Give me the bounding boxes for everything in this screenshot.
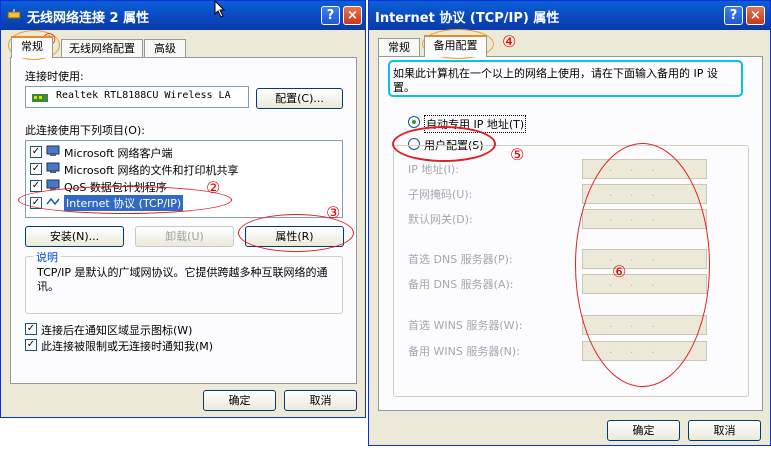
configure-button[interactable]: 配置(C)... — [256, 88, 343, 109]
tab-general-label: 常规 — [388, 41, 410, 54]
components-list[interactable]: ✓ Microsoft 网络客户端 ✓ Microsoft 网络的文件和打印机共… — [25, 140, 343, 218]
annotation-5: ⑤ — [510, 145, 525, 164]
annotation-6: ⑥ — [612, 262, 627, 281]
client-icon — [46, 145, 60, 156]
subnet-mask-label: 子网掩码(U): — [408, 188, 473, 201]
ip-address-input: ... — [582, 159, 707, 179]
right-close-button[interactable]: × — [746, 6, 765, 25]
item-label: Internet 协议 (TCP/IP) — [64, 195, 184, 211]
left-tab-panel: 连接时使用: Realtek RTL8188CU Wireless LA 配置(… — [10, 57, 357, 384]
annotation-4: ④ — [502, 32, 517, 51]
tab-wireless-config-label: 无线网络配置 — [69, 42, 135, 55]
left-window-title: 无线网络连接 2 属性 — [27, 11, 150, 26]
alternate-dns-input: ... — [582, 274, 707, 294]
qos-icon — [46, 179, 60, 190]
right-ok-button[interactable]: 确定 — [607, 420, 680, 441]
tab-alternate-config[interactable]: 备用配置 — [424, 35, 487, 57]
list-item[interactable]: ✓ Internet 协议 (TCP/IP) — [30, 195, 330, 211]
item-checkbox[interactable]: ✓ — [30, 197, 42, 209]
preferred-wins-label: 首选 WINS 服务器(W): — [408, 319, 523, 332]
auto-ip-label: 自动专用 IP 地址(T) — [424, 115, 527, 133]
info-text: 如果此计算机在一个以上的网络上使用，请在下面输入备用的 IP 设置。 — [393, 67, 718, 94]
protocol-icon — [46, 197, 60, 206]
item-label: QoS 数据包计划程序 — [64, 181, 167, 194]
left-close-button[interactable]: × — [343, 6, 362, 25]
notify-limited-label: 此连接被限制或无连接时通知我(M) — [41, 340, 214, 353]
description-text: TCP/IP 是默认的广域网协议。它提供跨越多种互联网络的通讯。 — [37, 266, 328, 293]
item-checkbox[interactable]: ✓ — [30, 180, 42, 192]
description-title: 说明 — [33, 249, 61, 265]
default-gateway-label: 默认网关(D): — [408, 213, 473, 226]
left-ok-button[interactable]: 确定 — [203, 390, 276, 411]
connect-using-label: 连接时使用: — [25, 70, 84, 83]
annotation-2: ② — [206, 178, 221, 197]
right-window-title: Internet 协议 (TCP/IP) 属性 — [375, 11, 560, 26]
subnet-mask-input: ... — [582, 184, 707, 204]
tab-wireless-config[interactable]: 无线网络配置 — [61, 39, 143, 58]
item-checkbox[interactable]: ✓ — [30, 163, 42, 175]
properties-button[interactable]: 属性(R) — [245, 226, 344, 247]
ip-address-label: IP 地址(I): — [408, 163, 459, 176]
tab-alternate-config-label: 备用配置 — [433, 39, 478, 52]
file-sharing-icon — [46, 162, 60, 173]
list-item[interactable]: ✓ Microsoft 网络客户端 — [30, 144, 330, 160]
left-cancel-button[interactable]: 取消 — [284, 390, 357, 411]
items-label: 此连接使用下列项目(O): — [25, 124, 145, 137]
preferred-dns-input: ... — [582, 249, 707, 269]
left-properties-window: 无线网络连接 2 属性 ? × 常规 无线网络配置 高级 连接时使用: Real… — [0, 0, 366, 418]
install-button[interactable]: 安装(N)... — [25, 226, 124, 247]
left-help-button[interactable]: ? — [321, 6, 340, 25]
alternate-wins-input: ... — [582, 341, 707, 361]
right-help-button[interactable]: ? — [724, 6, 743, 25]
tab-general[interactable]: 常规 — [378, 38, 420, 57]
tab-general[interactable]: 常规 — [11, 36, 53, 58]
right-properties-window: Internet 协议 (TCP/IP) 属性 ? × 常规 备用配置 如果此计… — [368, 0, 771, 446]
alternate-wins-label: 备用 WINS 服务器(N): — [408, 345, 520, 358]
adapter-box: Realtek RTL8188CU Wireless LA — [25, 86, 249, 108]
auto-ip-radio[interactable] — [408, 116, 420, 128]
default-gateway-input: ... — [582, 209, 707, 229]
preferred-wins-input: ... — [582, 315, 707, 335]
alternate-dns-label: 备用 DNS 服务器(A): — [408, 278, 514, 291]
right-titlebar[interactable]: Internet 协议 (TCP/IP) 属性 ? × — [369, 1, 770, 30]
item-checkbox[interactable]: ✓ — [30, 146, 42, 158]
notify-icon-checkbox[interactable]: ✓ — [25, 323, 37, 335]
notify-limited-checkbox[interactable]: ✓ — [25, 339, 37, 351]
left-titlebar[interactable]: 无线网络连接 2 属性 ? × — [1, 1, 365, 30]
tab-advanced-label: 高级 — [154, 42, 176, 55]
annotation-3: ③ — [326, 203, 341, 222]
network-adapter-icon — [32, 94, 48, 102]
preferred-dns-label: 首选 DNS 服务器(P): — [408, 253, 513, 266]
item-label: Microsoft 网络的文件和打印机共享 — [64, 164, 239, 177]
adapter-name: Realtek RTL8188CU Wireless LA — [56, 90, 231, 101]
tab-general-label: 常规 — [21, 40, 43, 53]
item-label: Microsoft 网络客户端 — [64, 147, 173, 160]
mouse-cursor-icon — [214, 0, 226, 18]
right-cancel-button[interactable]: 取消 — [688, 420, 761, 441]
list-item[interactable]: ✓ QoS 数据包计划程序 — [30, 178, 330, 194]
list-item[interactable]: ✓ Microsoft 网络的文件和打印机共享 — [30, 161, 330, 177]
tab-advanced[interactable]: 高级 — [144, 39, 186, 58]
network-connection-icon — [7, 9, 21, 19]
notify-icon-label: 连接后在通知区域显示图标(W) — [41, 324, 193, 337]
right-tab-panel: 如果此计算机在一个以上的网络上使用，请在下面输入备用的 IP 设置。 自动专用 … — [378, 56, 763, 411]
uninstall-button: 卸载(U) — [135, 226, 234, 247]
